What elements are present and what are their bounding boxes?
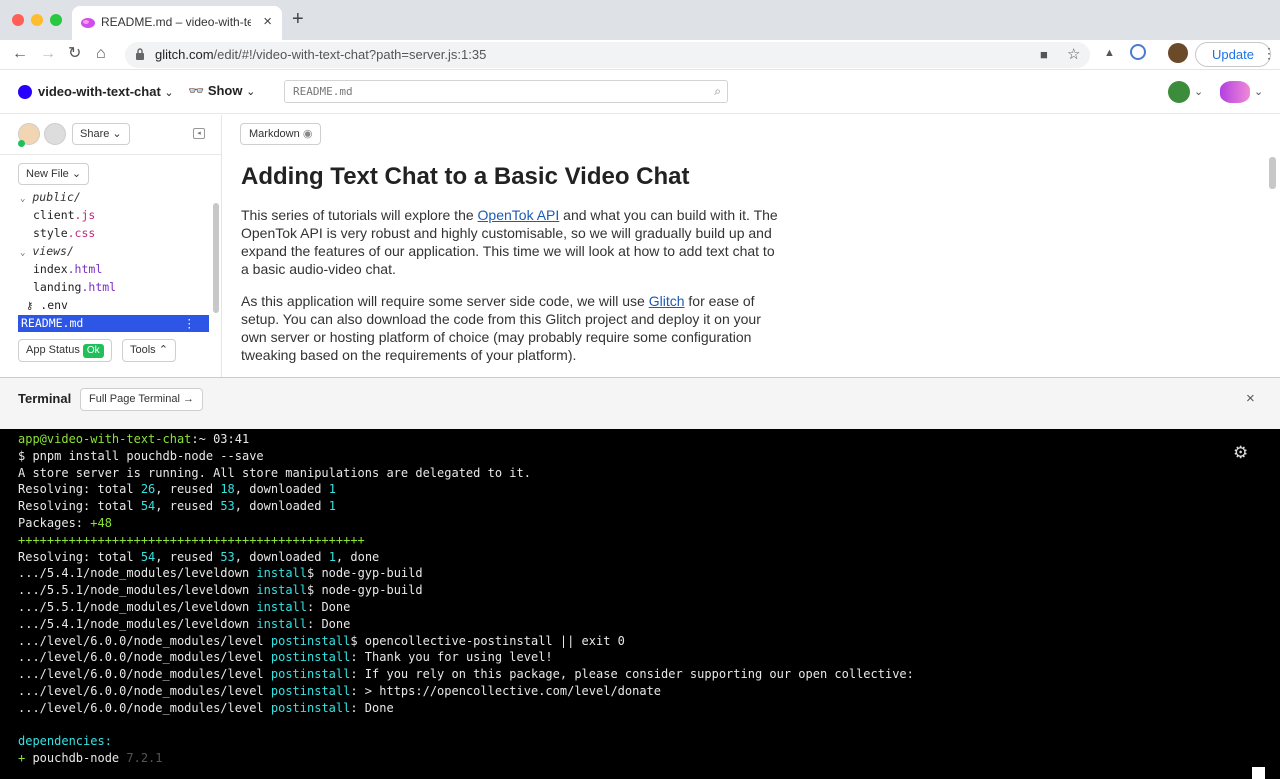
terminal-line: .../5.4.1/node_modules/leveldown install…: [18, 616, 351, 631]
new-tab-button[interactable]: +: [292, 9, 304, 29]
back-arrow-icon[interactable]: ←: [12, 45, 28, 63]
file-env[interactable]: ⚷ .env: [26, 297, 68, 314]
new-file-button[interactable]: New File ⌄: [18, 163, 90, 185]
glitch-favicon-icon: [81, 18, 95, 28]
tab-close-icon[interactable]: ×: [263, 13, 272, 31]
file-readme-md[interactable]: README.md ⋮: [18, 315, 209, 332]
file-sidebar: Share ⌄ ◂ New File ⌄ ⌄ public/ client.js…: [0, 115, 222, 377]
update-button[interactable]: Update: [1195, 42, 1271, 67]
sidebar-divider: [0, 154, 221, 155]
terminal-line: dependencies:: [18, 734, 112, 749]
folder-public[interactable]: ⌄ public/: [20, 189, 81, 206]
terminal-line: .../level/6.0.0/node_modules/level posti…: [18, 667, 914, 682]
home-icon[interactable]: ⌂: [96, 45, 106, 63]
more-menu-icon[interactable]: ⋮: [1262, 45, 1276, 62]
glasses-icon: 👓: [188, 83, 205, 98]
browser-tab[interactable]: README.md – video-with-text ×: [72, 6, 282, 40]
terminal-line: app@video-with-text-chat:~ 03:41: [18, 432, 250, 446]
terminal-line: + pouchdb-node 7.2.1: [18, 751, 163, 766]
tab-title: README.md – video-with-text: [101, 15, 251, 29]
terminal-line: $ pnpm install pouchdb-node --save: [18, 448, 264, 463]
online-status-dot: [18, 140, 25, 147]
terminal-line: Resolving: total 54, reused 53, download…: [18, 499, 336, 514]
terminal-line: .../level/6.0.0/node_modules/level posti…: [18, 684, 662, 698]
readme-heading: Adding Text Chat to a Basic Video Chat: [241, 163, 690, 190]
terminal-header: Terminal Full Page Terminal → ×: [0, 377, 1280, 429]
terminal-line: ++++++++++++++++++++++++++++++++++++++++…: [18, 532, 365, 547]
folder-expand-icon: ⌄: [20, 194, 26, 204]
full-page-terminal-button[interactable]: Full Page Terminal →: [80, 388, 203, 411]
terminal-line: .../5.4.1/node_modules/leveldown install…: [18, 566, 423, 581]
file-client-js[interactable]: client.js: [33, 207, 95, 224]
terminal-line: A store server is running. All store man…: [18, 465, 531, 480]
sidebar-scrollbar[interactable]: [213, 203, 219, 313]
terminal-title: Terminal: [18, 391, 72, 406]
opentok-link[interactable]: OpenTok API: [478, 207, 560, 223]
status-badge: Ok: [82, 344, 104, 358]
terminal-output[interactable]: ⚙ app@video-with-text-chat:~ 03:41 $ pnpm…: [0, 429, 1280, 779]
terminal-cursor: [1252, 767, 1265, 779]
markdown-preview: Markdown ◉ Adding Text Chat to a Basic V…: [223, 115, 1280, 377]
maximize-window-button[interactable]: [50, 14, 62, 26]
collapse-sidebar-icon[interactable]: ◂: [193, 128, 205, 139]
forward-arrow-icon[interactable]: →: [40, 45, 56, 63]
lock-icon: [136, 48, 144, 60]
close-terminal-icon[interactable]: ×: [1246, 390, 1255, 407]
project-name-button[interactable]: video-with-text-chat ⌄: [38, 84, 174, 99]
glitch-header: video-with-text-chat ⌄ 👓 Show ⌄ README.m…: [0, 71, 1280, 114]
terminal-line: .../5.5.1/node_modules/leveldown install…: [18, 600, 351, 614]
reload-icon[interactable]: ↻: [68, 45, 81, 63]
address-bar[interactable]: glitch.com/edit/#!/video-with-text-chat?…: [125, 42, 1090, 68]
project-logo-icon: [18, 85, 32, 99]
close-window-button[interactable]: [12, 14, 24, 26]
tools-button[interactable]: Tools ⌃: [122, 339, 176, 362]
collaborator-avatar-2[interactable]: [44, 123, 66, 145]
glitch-menu-chevron-icon[interactable]: ⌄: [1254, 85, 1263, 98]
url-text: glitch.com/edit/#!/video-with-text-chat?…: [155, 47, 487, 62]
key-icon: ⚷: [26, 301, 34, 312]
terminal-line: .../level/6.0.0/node_modules/level posti…: [18, 650, 553, 665]
terminal-line: Resolving: total 26, reused 18, download…: [18, 482, 336, 497]
file-index-html[interactable]: index.html: [33, 261, 102, 278]
readme-paragraph-1: This series of tutorials will explore th…: [241, 207, 778, 277]
terminal-line: .../level/6.0.0/node_modules/level posti…: [18, 633, 625, 648]
minimize-window-button[interactable]: [31, 14, 43, 26]
profile-avatar[interactable]: [1168, 43, 1188, 63]
browser-tab-bar: README.md – video-with-text × +: [0, 0, 1280, 40]
extension-triangle-icon[interactable]: ▲: [1104, 47, 1115, 59]
settings-gears-icon[interactable]: ⚙: [1233, 443, 1248, 463]
file-options-icon[interactable]: ⋮: [184, 315, 196, 332]
terminal-line: .../5.5.1/node_modules/leveldown install…: [18, 583, 423, 598]
search-icon: ⌕: [714, 84, 721, 98]
app-status-button[interactable]: App Status Ok: [18, 339, 112, 362]
eye-icon: ◉: [302, 128, 313, 140]
show-button[interactable]: 👓 Show ⌄: [188, 83, 255, 99]
terminal-line: .../level/6.0.0/node_modules/level posti…: [18, 700, 394, 715]
file-landing-html[interactable]: landing.html: [33, 279, 116, 296]
file-search-input[interactable]: README.md ⌕: [284, 80, 728, 103]
glitch-fish-logo-icon[interactable]: [1220, 81, 1250, 103]
camera-icon[interactable]: ■: [1040, 47, 1048, 62]
folder-views[interactable]: ⌄ views/: [20, 243, 74, 260]
editor-scrollbar[interactable]: [1269, 157, 1276, 189]
browser-toolbar: ← → ↻ ⌂ glitch.com/edit/#!/video-with-te…: [0, 40, 1280, 70]
terminal-line: Resolving: total 54, reused 53, download…: [18, 549, 380, 564]
user-menu-chevron-icon[interactable]: ⌄: [1194, 85, 1203, 98]
user-avatar[interactable]: [1168, 81, 1190, 103]
bookmark-star-icon[interactable]: ☆: [1067, 45, 1080, 63]
share-button[interactable]: Share ⌄: [72, 123, 130, 145]
extension-circle-icon[interactable]: [1130, 44, 1146, 60]
folder-expand-icon: ⌄: [20, 248, 26, 258]
file-style-css[interactable]: style.css: [33, 225, 95, 242]
readme-paragraph-2: As this application will require some se…: [241, 293, 761, 363]
terminal-line: Packages: +48: [18, 516, 112, 530]
glitch-link[interactable]: Glitch: [649, 293, 685, 309]
markdown-toggle-button[interactable]: Markdown ◉: [240, 123, 322, 145]
